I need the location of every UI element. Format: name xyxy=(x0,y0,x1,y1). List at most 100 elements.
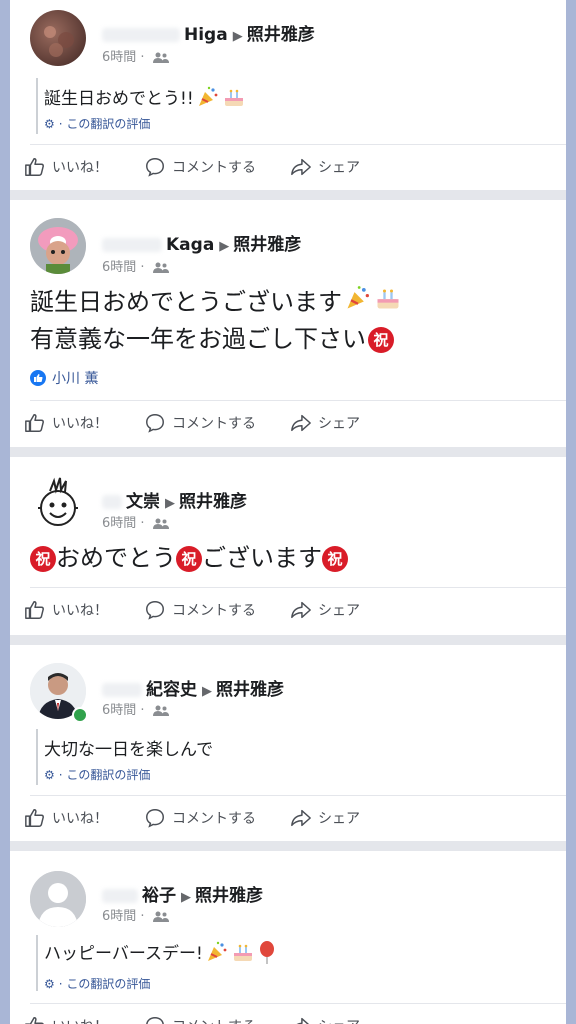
like-label: いいね！ xyxy=(52,811,108,827)
comment-icon xyxy=(146,809,164,828)
timestamp[interactable]: 6時間 xyxy=(102,50,136,65)
translate-label: この翻訳の評価 xyxy=(66,768,151,782)
share-button[interactable]: シェア xyxy=(290,599,360,621)
dot-separator: · xyxy=(58,117,63,131)
gear-icon: ⚙ xyxy=(44,768,55,782)
share-icon xyxy=(291,158,311,176)
post-3: 文崇 ▶ 照井雅彦 6時間 · 祝おめでとう祝ございます祝 いいね！ コメントする … xyxy=(10,457,566,635)
divider xyxy=(30,795,566,796)
avatar-photo xyxy=(30,218,86,274)
post-header: Kaga ▶ 照井雅彦 xyxy=(102,230,301,255)
avatar[interactable] xyxy=(30,10,86,66)
action-bar: いいね！ コメントする シェア xyxy=(10,799,566,839)
comment-button[interactable]: コメントする xyxy=(144,807,256,829)
like-button[interactable]: いいね！ xyxy=(24,412,108,434)
avatar[interactable] xyxy=(30,218,86,274)
dot-separator: · xyxy=(140,50,145,65)
reactions-summary[interactable]: 小川 薫 xyxy=(30,368,98,388)
avatar-drawing xyxy=(38,477,78,526)
translate-rating-link[interactable]: ⚙ · この翻訳の評価 xyxy=(44,975,150,992)
share-button[interactable]: シェア xyxy=(290,1015,360,1024)
post-header: 裕子 ▶ 照井雅彦 xyxy=(102,881,263,906)
like-icon xyxy=(25,809,44,827)
dot-separator: · xyxy=(140,260,145,275)
cake-emoji xyxy=(222,85,246,114)
avatar[interactable] xyxy=(30,475,86,531)
blurred-name xyxy=(102,495,122,509)
like-icon xyxy=(25,158,44,176)
post-message: 誕生日おめでとうございます 有意義な一年をお過ごし下さい祝 xyxy=(30,284,402,357)
like-label: いいね！ xyxy=(52,1016,108,1024)
like-button[interactable]: いいね！ xyxy=(24,156,108,178)
arrow-icon: ▶ xyxy=(202,684,212,699)
post-meta: 6時間 · xyxy=(102,512,169,531)
friends-icon xyxy=(152,52,169,63)
dot-separator: · xyxy=(58,768,63,782)
like-button[interactable]: いいね！ xyxy=(24,599,108,621)
post-header: 文崇 ▶ 照井雅彦 xyxy=(102,487,247,512)
post-meta: 6時間 · xyxy=(102,905,169,924)
party-popper-emoji xyxy=(344,284,372,322)
like-button[interactable]: いいね！ xyxy=(24,807,108,829)
comment-button[interactable]: コメントする xyxy=(144,1015,256,1024)
post-meta: 6時間 · xyxy=(102,256,169,275)
author-name[interactable]: Higa xyxy=(184,25,228,45)
post-message: 誕生日おめでとう!! xyxy=(44,84,246,114)
like-icon xyxy=(25,601,44,619)
author-name[interactable]: 紀容史 xyxy=(146,680,197,700)
translate-label: この翻訳の評価 xyxy=(66,117,151,131)
avatar[interactable] xyxy=(30,871,86,927)
target-name[interactable]: 照井雅彦 xyxy=(216,680,284,700)
message-text: ハッピーバースデー! xyxy=(44,944,203,964)
divider xyxy=(30,144,566,145)
comment-button[interactable]: コメントする xyxy=(144,156,256,178)
friends-icon xyxy=(152,518,169,529)
translate-rating-link[interactable]: ⚙ · この翻訳の評価 xyxy=(44,115,150,132)
share-button[interactable]: シェア xyxy=(290,412,360,434)
avatar-photo xyxy=(44,26,74,57)
blurred-name xyxy=(102,238,162,252)
share-icon xyxy=(296,1017,310,1024)
arrow-icon: ▶ xyxy=(165,496,175,511)
timestamp[interactable]: 6時間 xyxy=(102,260,136,275)
translate-rating-link[interactable]: ⚙ · この翻訳の評価 xyxy=(44,766,150,783)
author-name[interactable]: 文崇 xyxy=(126,492,160,512)
share-label: シェア xyxy=(318,811,360,827)
post-meta: 6時間 · xyxy=(102,46,169,65)
timestamp[interactable]: 6時間 xyxy=(102,703,136,718)
timestamp[interactable]: 6時間 xyxy=(102,516,136,531)
post-meta: 6時間 · xyxy=(102,699,169,718)
author-name[interactable]: Kaga xyxy=(166,235,214,255)
target-name[interactable]: 照井雅彦 xyxy=(179,492,247,512)
comment-label: コメントする xyxy=(172,416,256,432)
reactor-name: 小川 薫 xyxy=(52,371,99,387)
balloon-emoji xyxy=(257,940,277,969)
post-message: 大切な一日を楽しんで xyxy=(44,735,213,760)
message-text: 大切な一日を楽しんで xyxy=(44,740,214,760)
comment-icon xyxy=(146,414,164,433)
translate-label: この翻訳の評価 xyxy=(66,977,151,991)
author-name[interactable]: 裕子 xyxy=(142,886,176,906)
target-name[interactable]: 照井雅彦 xyxy=(233,235,301,255)
news-feed: Higa ▶ 照井雅彦 6時間 · 誕生日おめでとう!! ⚙ · この翻訳の評価 いい… xyxy=(10,0,566,1024)
action-bar: いいね！ コメントする シェア xyxy=(10,591,566,631)
timestamp[interactable]: 6時間 xyxy=(102,909,136,924)
comment-button[interactable]: コメントする xyxy=(144,599,256,621)
quote-bar xyxy=(36,935,38,991)
comment-button[interactable]: コメントする xyxy=(144,412,256,434)
arrow-icon: ▶ xyxy=(181,890,191,905)
comment-label: コメントする xyxy=(172,811,256,827)
target-name[interactable]: 照井雅彦 xyxy=(247,25,315,45)
share-button[interactable]: シェア xyxy=(290,807,360,829)
gear-icon: ⚙ xyxy=(44,977,55,991)
message-text: 誕生日おめでとう!! xyxy=(44,89,194,109)
party-popper-emoji xyxy=(205,940,229,969)
dot-separator: · xyxy=(58,977,63,991)
share-button[interactable]: シェア xyxy=(290,156,360,178)
share-label: シェア xyxy=(318,603,360,619)
blurred-name xyxy=(102,889,138,903)
like-button[interactable]: いいね！ xyxy=(24,1015,108,1024)
cake-emoji xyxy=(231,940,255,969)
post-header: Higa ▶ 照井雅彦 xyxy=(102,20,315,45)
target-name[interactable]: 照井雅彦 xyxy=(195,886,263,906)
